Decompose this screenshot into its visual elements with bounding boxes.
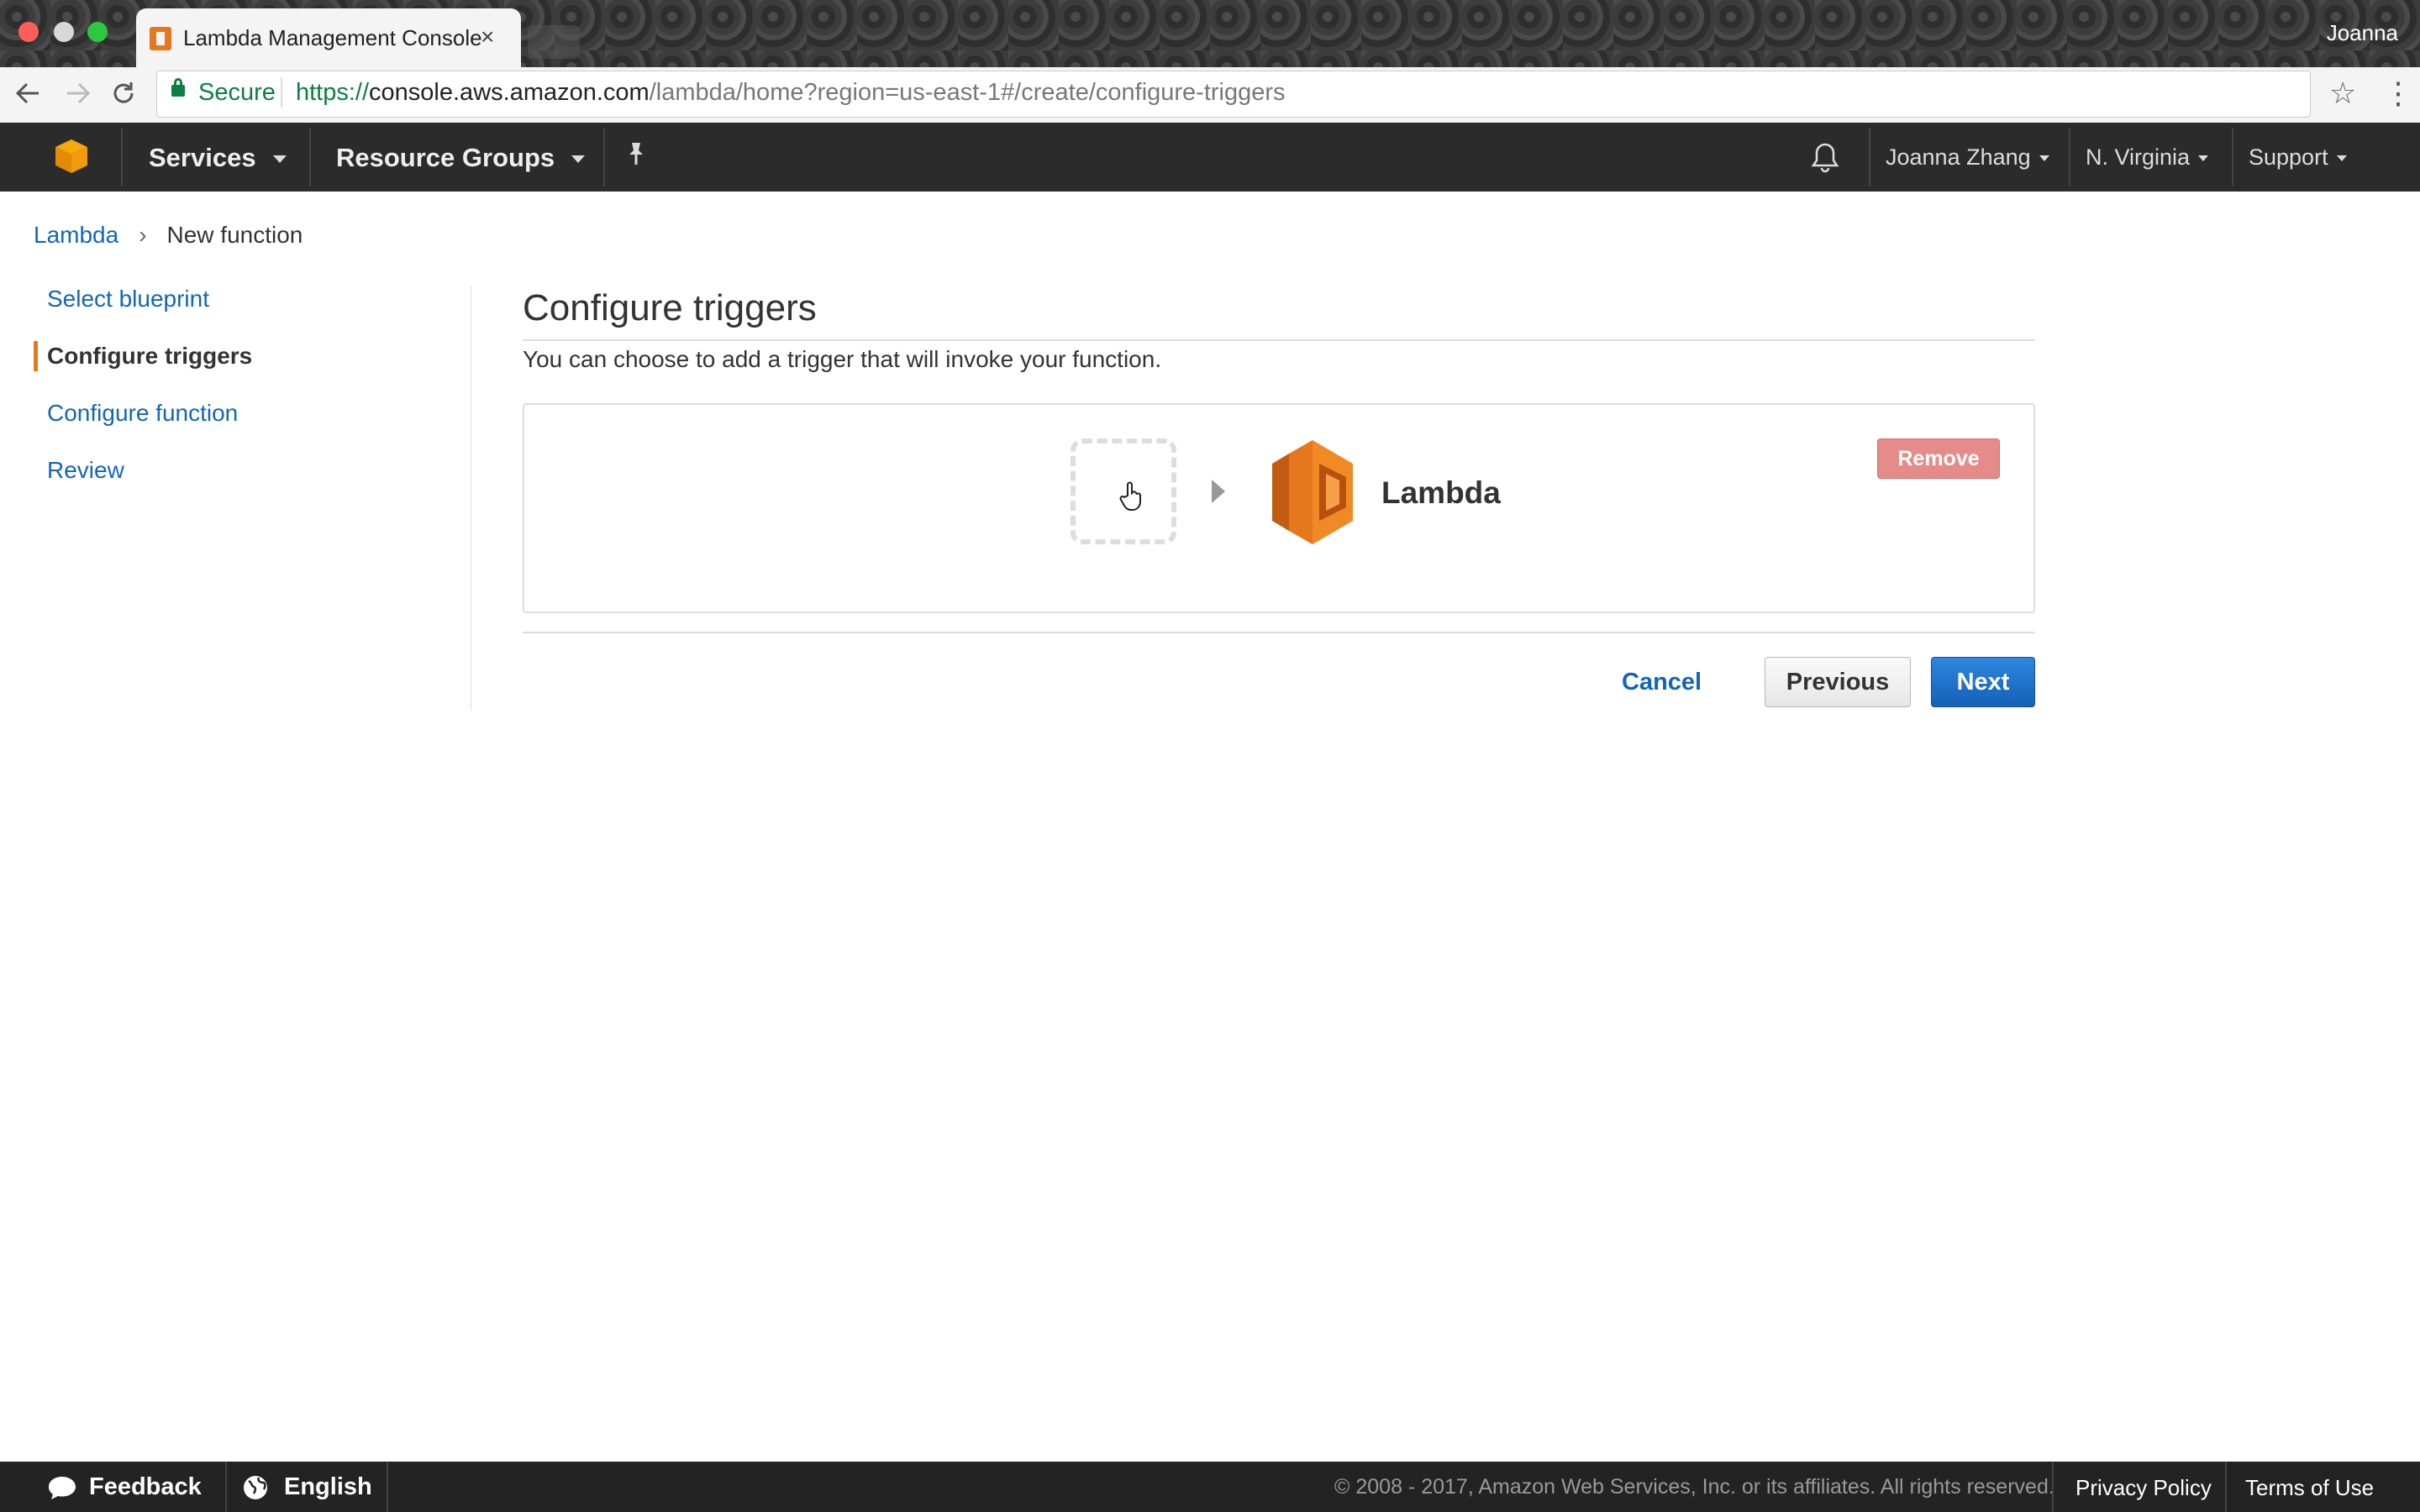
secure-label: Secure [198,79,276,106]
sidebar-item-select-blueprint[interactable]: Select blueprint [47,286,209,312]
navbar-divider [309,128,311,186]
footer-divider [2225,1462,2227,1512]
globe-icon [244,1476,267,1500]
breadcrumb: Lambda › New function [34,222,302,249]
chevron-down-icon [2039,155,2049,162]
aws-cube-logo-icon[interactable] [54,138,89,175]
hand-cursor-icon [1119,480,1144,518]
privacy-policy-link[interactable]: Privacy Policy [2075,1475,2212,1501]
sidebar-item-configure-triggers[interactable]: Configure triggers [47,343,252,370]
forward-arrow-icon[interactable] [66,81,91,113]
url-host: console.aws.amazon.com [369,79,650,106]
minimize-window-button[interactable] [54,22,74,42]
language-label: English [284,1473,372,1500]
account-label: Joanna Zhang [1886,144,2031,170]
bell-icon[interactable] [1810,141,1840,177]
close-window-button[interactable] [18,22,39,42]
browser-menu-icon[interactable]: ⋮ [2383,76,2413,111]
tab-title: Lambda Management Console [183,25,482,50]
next-button[interactable]: Next [1931,657,2035,707]
chevron-down-icon [272,155,287,164]
region-menu[interactable]: N. Virginia [2086,144,2209,171]
zoom-window-button[interactable] [87,22,108,42]
actions-divider [523,632,2035,633]
resource-groups-menu[interactable]: Resource Groups [336,143,586,173]
region-label: N. Virginia [2086,144,2191,170]
lambda-service-icon [1272,440,1353,544]
new-tab-button[interactable] [528,25,580,59]
chevron-down-icon [2198,155,2209,162]
feedback-label: Feedback [89,1473,202,1500]
resource-groups-label: Resource Groups [336,143,555,172]
footer-divider [225,1462,227,1512]
sidebar-item-review[interactable]: Review [47,457,124,484]
navbar-divider [121,128,123,186]
pin-icon[interactable] [625,141,647,173]
terms-of-use-link[interactable]: Terms of Use [2245,1475,2374,1501]
page-title: Configure triggers [523,287,817,328]
tab-close-icon[interactable]: × [481,24,494,50]
chevron-down-icon [2336,155,2347,162]
browser-profile-name[interactable]: Joanna [2327,20,2398,46]
account-menu[interactable]: Joanna Zhang [1886,144,2049,171]
bookmark-star-icon[interactable]: ☆ [2329,76,2356,111]
navbar-divider [2069,128,2070,186]
arrow-right-icon [1212,480,1225,503]
navbar-divider [603,128,605,186]
copyright-text: © 2008 - 2017, Amazon Web Services, Inc.… [1334,1475,2054,1499]
footer-divider [2052,1462,2054,1512]
remove-trigger-button[interactable]: Remove [1877,438,2000,479]
address-separator [281,77,282,108]
chevron-right-icon: › [139,222,147,248]
url-text[interactable]: https://console.aws.amazon.com/lambda/ho… [296,79,1286,107]
cancel-button[interactable]: Cancel [1622,657,1702,707]
navbar-divider [2232,128,2233,186]
navbar-divider [1869,128,1870,186]
chevron-down-icon [571,155,586,164]
url-path: /lambda/home?region=us-east-1#/create/co… [649,79,1286,106]
sidebar-item-configure-function[interactable]: Configure function [47,400,238,427]
back-arrow-icon[interactable] [15,81,40,113]
url-scheme: https:// [296,79,370,106]
footer-divider [387,1462,388,1512]
active-step-indicator [34,341,38,371]
lock-icon [171,78,185,97]
title-divider [523,339,2035,341]
services-label: Services [149,143,256,172]
breadcrumb-current: New function [166,222,303,248]
page-description: You can choose to add a trigger that wil… [523,346,1162,372]
feedback-link[interactable]: Feedback [47,1473,202,1501]
support-menu[interactable]: Support [2249,144,2347,171]
services-menu[interactable]: Services [149,143,287,173]
breadcrumb-lambda-link[interactable]: Lambda [34,222,118,248]
previous-button[interactable]: Previous [1765,657,1911,707]
support-label: Support [2249,144,2328,170]
reload-icon[interactable] [111,81,136,113]
lambda-favicon-icon [150,27,171,50]
language-selector[interactable]: English [242,1473,372,1501]
lambda-target-label: Lambda [1381,475,1501,510]
speech-bubble-icon [49,1477,76,1500]
